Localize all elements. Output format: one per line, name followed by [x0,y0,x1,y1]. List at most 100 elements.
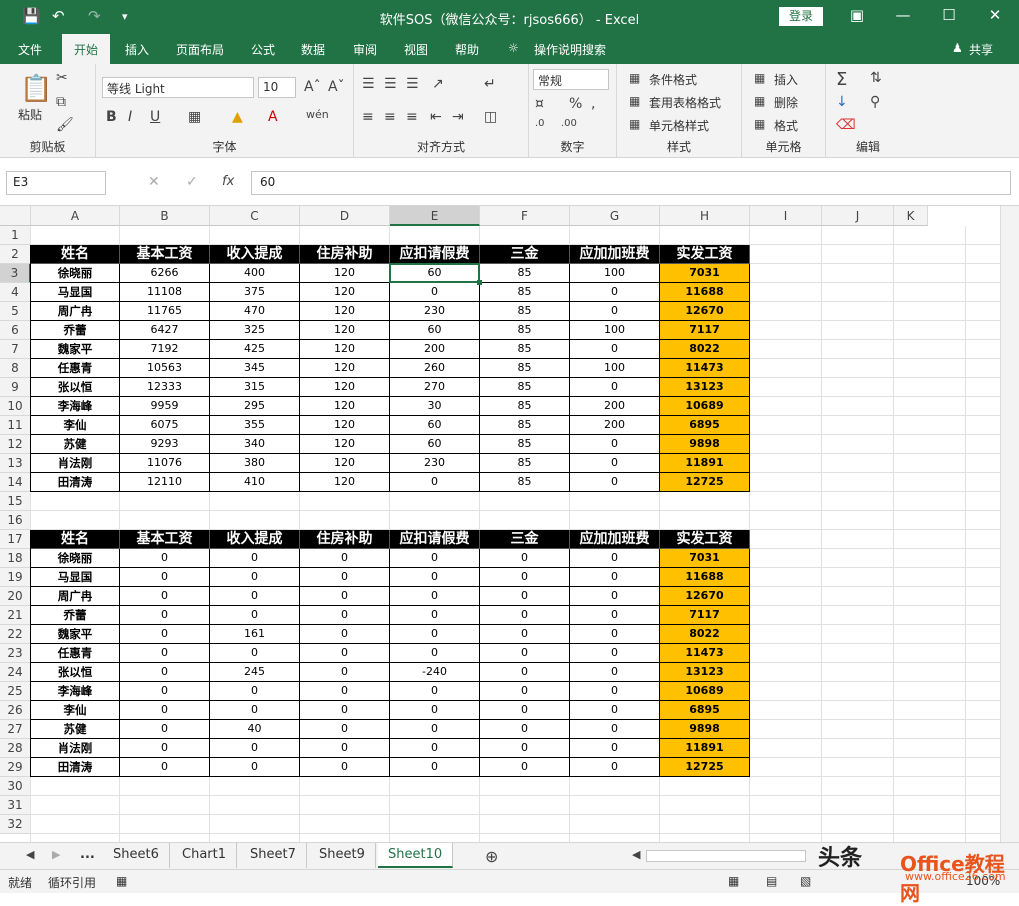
table-cell[interactable]: 200 [390,340,480,359]
row-header[interactable]: 24 [0,663,31,682]
table-cell[interactable]: 10563 [120,359,210,378]
table-cell[interactable]: 7192 [120,340,210,359]
table-cell[interactable]: 李仙 [31,416,120,435]
row-header[interactable]: 10 [0,397,31,416]
header-cell[interactable]: 姓名 [31,245,120,264]
column-header[interactable]: D [300,206,390,226]
table-cell[interactable]: 60 [390,435,480,454]
sheet-tab-sheet7[interactable]: Sheet7 [240,843,307,868]
table-cell[interactable]: 张以恒 [31,378,120,397]
row-header[interactable]: 21 [0,606,31,625]
fill-color-icon[interactable]: ▲ [232,109,243,125]
table-cell[interactable]: 0 [480,568,570,587]
table-cell[interactable]: 120 [300,416,390,435]
table-cell[interactable]: 0 [210,549,300,568]
bold-icon[interactable]: B [106,109,117,125]
table-cell[interactable]: 425 [210,340,300,359]
tab-insert[interactable]: 插入 [125,41,149,58]
row-header[interactable]: 4 [0,283,31,302]
table-cell[interactable]: 295 [210,397,300,416]
font-color-icon[interactable]: A [268,109,278,125]
table-cell[interactable]: 85 [480,397,570,416]
table-cell[interactable]: 0 [210,682,300,701]
table-cell[interactable]: 0 [570,663,660,682]
table-cell[interactable]: 6895 [660,701,750,720]
italic-icon[interactable]: I [128,109,132,125]
table-cell[interactable]: 0 [300,606,390,625]
table-cell[interactable]: 0 [300,644,390,663]
table-cell[interactable]: 11076 [120,454,210,473]
table-cell[interactable]: 6075 [120,416,210,435]
row-header[interactable]: 26 [0,701,31,720]
table-cell[interactable]: 230 [390,454,480,473]
sort-filter-icon[interactable]: ⇅ [870,70,882,86]
table-cell[interactable]: 0 [210,606,300,625]
table-cell[interactable]: 161 [210,625,300,644]
row-header[interactable]: 22 [0,625,31,644]
table-cell[interactable]: 0 [390,682,480,701]
table-cell[interactable]: 0 [390,625,480,644]
row-header[interactable]: 8 [0,359,31,378]
row-header[interactable]: 19 [0,568,31,587]
shrink-font-icon[interactable]: Aˇ [328,79,345,95]
font-size-select[interactable]: 10 [258,77,296,98]
table-cell[interactable]: 李海峰 [31,682,120,701]
table-cell[interactable]: 0 [480,701,570,720]
table-cell[interactable]: 120 [300,340,390,359]
table-cell[interactable]: 0 [300,701,390,720]
table-cell[interactable]: 0 [300,682,390,701]
table-cell[interactable]: 85 [480,359,570,378]
sheet-tab-chart1[interactable]: Chart1 [172,843,237,868]
sheet-tab-sheet9[interactable]: Sheet9 [309,843,376,868]
underline-icon[interactable]: U [150,109,160,125]
table-cell[interactable]: 0 [390,549,480,568]
comma-icon[interactable]: , [591,96,595,112]
table-cell[interactable]: 6266 [120,264,210,283]
table-cell[interactable]: 0 [300,720,390,739]
tab-file[interactable]: 文件 [18,41,42,58]
table-cell[interactable]: 13123 [660,378,750,397]
number-format-select[interactable]: 常规 [533,69,609,90]
table-cell[interactable]: 0 [120,739,210,758]
row-header[interactable]: 18 [0,549,31,568]
table-cell[interactable]: 0 [120,625,210,644]
column-header[interactable]: B [120,206,210,226]
fill-icon[interactable]: ↓ [836,94,848,110]
table-cell[interactable]: 7031 [660,264,750,283]
table-cell[interactable]: 0 [120,644,210,663]
insert-function-icon[interactable]: fx [222,174,234,189]
table-cell[interactable]: 8022 [660,625,750,644]
formula-input[interactable]: 60 [251,171,1011,195]
table-cell[interactable]: 0 [120,587,210,606]
percent-icon[interactable]: % [569,96,582,112]
table-cell[interactable]: 9898 [660,435,750,454]
cell-styles-button[interactable]: 单元格样式 [649,117,709,134]
row-header[interactable]: 15 [0,492,31,511]
tab-data[interactable]: 数据 [301,41,325,58]
row-header[interactable]: 32 [0,815,31,834]
column-header[interactable]: G [570,206,660,226]
header-cell[interactable]: 三金 [480,245,570,264]
increase-decimal-icon[interactable]: .0 [535,118,545,129]
table-cell[interactable]: 315 [210,378,300,397]
column-header[interactable]: C [210,206,300,226]
scroll-left-icon[interactable]: ◀ [26,848,34,861]
name-box[interactable]: E3 [6,171,106,195]
table-cell[interactable]: 0 [570,644,660,663]
table-cell[interactable]: 7117 [660,321,750,340]
increase-indent-icon[interactable]: ⇥ [452,109,464,125]
macro-record-icon[interactable]: ▦ [116,874,127,888]
row-header[interactable]: 30 [0,777,31,796]
table-cell[interactable]: 0 [480,644,570,663]
table-cell[interactable]: 410 [210,473,300,492]
table-cell[interactable]: 12670 [660,302,750,321]
table-cell[interactable]: 0 [390,473,480,492]
table-cell[interactable]: 魏家平 [31,340,120,359]
table-cell[interactable]: 245 [210,663,300,682]
table-cell[interactable]: 0 [570,587,660,606]
table-cell[interactable]: 任惠青 [31,644,120,663]
table-cell[interactable]: 9959 [120,397,210,416]
insert-cells-button[interactable]: 插入 [774,71,798,88]
align-middle-icon[interactable]: ☰ [384,76,397,92]
row-header[interactable]: 28 [0,739,31,758]
